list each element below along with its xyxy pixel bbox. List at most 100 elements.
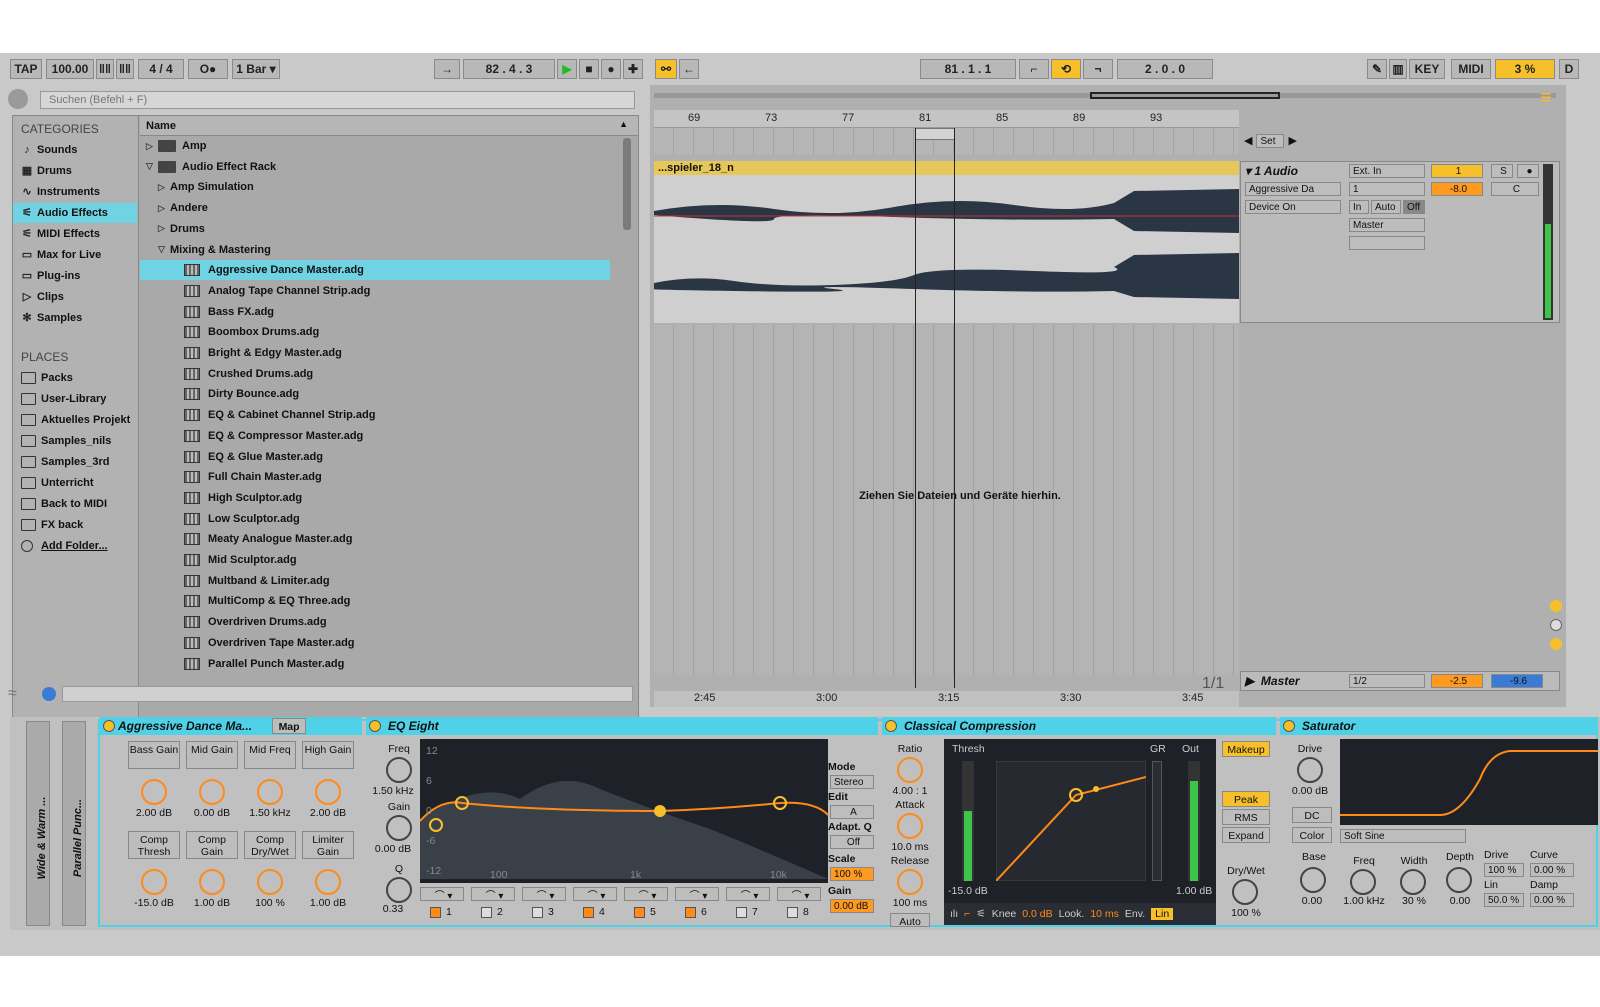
browser-file-item[interactable]: EQ & Compressor Master.adg (140, 426, 610, 446)
menu-icon[interactable]: ≡ (1540, 87, 1562, 109)
eq-filter-type-select[interactable]: ⌒ ▾ (624, 887, 668, 901)
browser-file-item[interactable]: Bass FX.adg (140, 302, 610, 322)
punch-in-icon[interactable]: ⌐ (1019, 59, 1049, 79)
expand-icon[interactable]: ▷ (158, 223, 170, 234)
browser-folder-item[interactable]: ▷ Amp Simulation (140, 177, 610, 197)
eq-band-toggle[interactable] (481, 907, 492, 918)
macro-label[interactable]: High Gain (302, 741, 354, 769)
browser-folder-item[interactable]: ▽ Mixing & Mastering (140, 240, 610, 260)
stop-icon[interactable]: ■ (579, 59, 599, 79)
track-volume[interactable]: -8.0 (1431, 182, 1483, 196)
macro-knob[interactable] (199, 779, 225, 805)
macro-label[interactable]: Bass Gain (128, 741, 180, 769)
eq-band-toggle[interactable] (430, 907, 441, 918)
key-map-button[interactable]: KEY (1409, 59, 1445, 79)
base-knob[interactable] (1300, 867, 1326, 893)
nudge-down-icon[interactable]: ‖‖ (96, 59, 114, 79)
back-to-arrangement-icon[interactable]: ← (679, 59, 699, 79)
eq-header[interactable]: EQ Eight (366, 717, 878, 735)
eq-filter-type-select[interactable]: ⌒ ▾ (471, 887, 515, 901)
tempo-field[interactable]: 100.00 (46, 59, 94, 79)
expand-button[interactable]: Expand (1222, 827, 1270, 843)
browser-search-input[interactable]: Suchen (Befehl + F) (40, 91, 635, 109)
place-item[interactable]: Unterricht (13, 473, 137, 493)
rack-chain-1-name[interactable]: Wide & Warm ... (36, 753, 48, 923)
saturator-header[interactable]: Saturator (1280, 717, 1598, 735)
master-pan[interactable]: -9.6 (1491, 674, 1543, 688)
browser-file-item[interactable]: Mid Sculptor.adg (140, 550, 610, 570)
category-samples[interactable]: ✻ Samples (13, 308, 137, 328)
rack-power-icon[interactable] (103, 720, 115, 732)
midi-map-button[interactable]: MIDI (1451, 59, 1491, 79)
output-channel-select[interactable] (1349, 236, 1425, 250)
place-item[interactable]: User-Library (13, 389, 137, 409)
envelope-mode-button[interactable]: Lin (1151, 908, 1174, 920)
browser-file-item[interactable]: Parallel Punch Master.adg (140, 654, 610, 674)
category-instruments[interactable]: ∿ Instruments (13, 182, 137, 202)
eq-adapt-button[interactable]: Off (830, 835, 874, 849)
info-icon[interactable] (42, 687, 56, 701)
macro-knob[interactable] (257, 869, 283, 895)
dc-button[interactable]: DC (1292, 807, 1332, 823)
category-midi-effects[interactable]: ⚟ MIDI Effects (13, 224, 137, 244)
monitor-in-button[interactable]: In (1349, 200, 1369, 214)
comp-drywet-knob[interactable] (1232, 879, 1258, 905)
thresh-meter[interactable] (962, 761, 974, 881)
makeup-button[interactable]: Makeup (1222, 741, 1270, 757)
macro-knob[interactable] (315, 869, 341, 895)
expand-icon[interactable]: ▷ (158, 182, 170, 193)
browser-folder-item[interactable]: ▽ Audio Effect Rack (140, 157, 610, 177)
play-icon[interactable]: ▶ (557, 59, 577, 79)
eq-filter-type-select[interactable]: ⌒ ▾ (522, 887, 566, 901)
eq-freq-knob[interactable] (386, 757, 412, 783)
time-signature[interactable]: 4 / 4 (138, 59, 184, 79)
category-audio-effects[interactable]: ⚟ Audio Effects (13, 203, 137, 223)
comp-power-icon[interactable] (885, 720, 897, 732)
eq-filter-type-select[interactable]: ⌒ ▾ (420, 887, 464, 901)
solo-button[interactable]: S (1491, 164, 1513, 178)
prev-locator-icon[interactable]: ◀ (1244, 134, 1252, 148)
browser-file-item[interactable]: Meaty Analogue Master.adg (140, 529, 610, 549)
draw-mode-icon[interactable]: ✎ (1367, 59, 1387, 79)
browser-folder-item[interactable]: ▷ Drums (140, 219, 610, 239)
arm-icon[interactable]: ● (1517, 164, 1539, 178)
macro-label[interactable]: Comp Gain (186, 831, 238, 859)
master-track-name[interactable]: ▶ Master (1245, 674, 1300, 688)
returns-toggle-icon[interactable] (1550, 619, 1562, 631)
browser-file-item[interactable]: EQ & Cabinet Channel Strip.adg (140, 405, 610, 425)
browser-folder-item[interactable]: ▷ Andere (140, 198, 610, 218)
rack-chain-2-name[interactable]: Parallel Punc... (72, 753, 84, 923)
browser-file-item[interactable]: Multband & Limiter.adg (140, 571, 610, 591)
macro-knob[interactable] (199, 869, 225, 895)
collapse-icon[interactable]: ▽ (146, 161, 158, 172)
comp-header[interactable]: Classical Compression (882, 717, 1276, 735)
place-item[interactable]: Samples_nils (13, 431, 137, 451)
color-button[interactable]: Color (1292, 827, 1332, 843)
punch-out-icon[interactable]: ¬ (1083, 59, 1113, 79)
audio-clip-header[interactable]: ...spieler_18_n (654, 161, 1239, 175)
next-locator-icon[interactable]: ▶ (1288, 134, 1296, 148)
overview-bar[interactable] (654, 92, 1556, 99)
follow-icon[interactable]: → (434, 59, 460, 79)
sat-freq-knob[interactable] (1350, 869, 1376, 895)
width-knob[interactable] (1400, 869, 1426, 895)
release-knob[interactable] (897, 869, 923, 895)
eq-filter-type-select[interactable]: ⌒ ▾ (675, 887, 719, 901)
metronome-button[interactable]: O● (188, 59, 228, 79)
damp-field[interactable]: 0.00 % (1530, 893, 1574, 907)
eq-display[interactable]: 12 6 0 -6 -12 100 1k 10k (419, 739, 829, 883)
eq-scale-field[interactable]: 100 % (830, 867, 874, 881)
browser-file-item[interactable]: Low Sculptor.adg (140, 509, 610, 529)
macro-knob[interactable] (141, 779, 167, 805)
place-item[interactable]: Back to MIDI (13, 494, 137, 514)
mixer-toggle-icon[interactable] (1550, 638, 1562, 650)
audio-clip-waveform[interactable] (654, 175, 1239, 323)
eq-filter-type-select[interactable]: ⌒ ▾ (573, 887, 617, 901)
browser-file-item[interactable]: EQ & Glue Master.adg (140, 447, 610, 467)
computer-keyboard-icon[interactable]: ▥ (1389, 59, 1407, 79)
eq-power-icon[interactable] (369, 720, 381, 732)
sat-out-drive-field[interactable]: 100 % (1484, 863, 1524, 877)
browser-file-item[interactable]: Crushed Drums.adg (140, 364, 610, 384)
macro-label[interactable]: Comp Dry/Wet (244, 831, 296, 859)
browser-file-item[interactable]: Full Chain Master.adg (140, 467, 610, 487)
